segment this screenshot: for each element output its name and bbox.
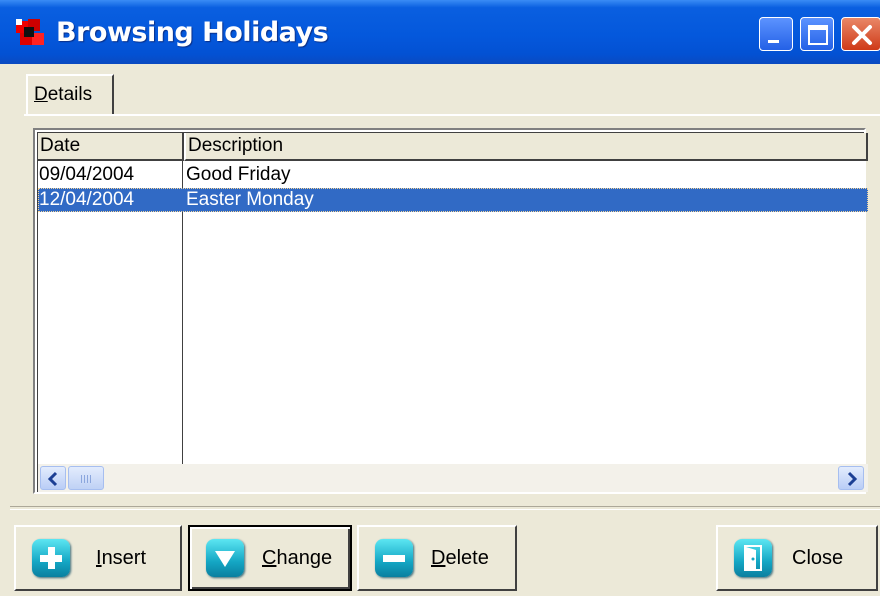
close-button[interactable]: Close [716,525,878,591]
date-cell: 12/04/2004 [39,189,135,210]
delete-label: Delete [431,547,489,569]
change-label: Change [262,547,333,569]
horizontal-scrollbar[interactable] [38,464,868,492]
minimize-icon [768,40,779,43]
close-label: Close [792,547,844,569]
table-row-selected[interactable]: 12/04/2004 Easter Monday [38,188,868,212]
table-row[interactable]: 09/04/2004 Good Friday [38,163,868,187]
window-title: Browsing Holidays [56,17,329,48]
scroll-left-button[interactable] [40,466,66,490]
maximize-icon [808,25,828,45]
app-icon [16,19,44,45]
column-header-description[interactable]: Description [184,133,868,161]
holidays-grid[interactable]: Date Description 09/04/2004 Good Friday … [33,128,868,494]
maximize-button[interactable] [800,17,834,51]
tab-details-label: Details [34,84,93,105]
browsing-holidays-window: Browsing Holidays Details Date Descripti… [0,0,880,596]
delete-button[interactable]: Delete [357,525,517,591]
scroll-thumb[interactable] [68,466,104,490]
insert-button[interactable]: Insert [14,525,182,591]
chevron-left-icon [47,471,58,487]
minimize-button[interactable] [759,17,793,51]
close-window-button[interactable] [841,17,880,51]
title-bar[interactable]: Browsing Holidays [0,0,880,64]
down-arrow-icon [206,539,244,577]
divider [10,506,880,510]
door-icon [734,539,772,577]
change-button[interactable]: Change [188,525,352,591]
scroll-right-button[interactable] [838,466,864,490]
column-header-date[interactable]: Date [38,133,184,161]
description-cell: Good Friday [186,164,291,185]
close-icon [852,25,872,45]
description-cell: Easter Monday [186,189,314,210]
plus-icon [32,539,70,577]
insert-label: Insert [96,547,147,569]
date-cell: 09/04/2004 [39,164,135,185]
chevron-right-icon [847,471,858,487]
minus-icon [375,539,413,577]
